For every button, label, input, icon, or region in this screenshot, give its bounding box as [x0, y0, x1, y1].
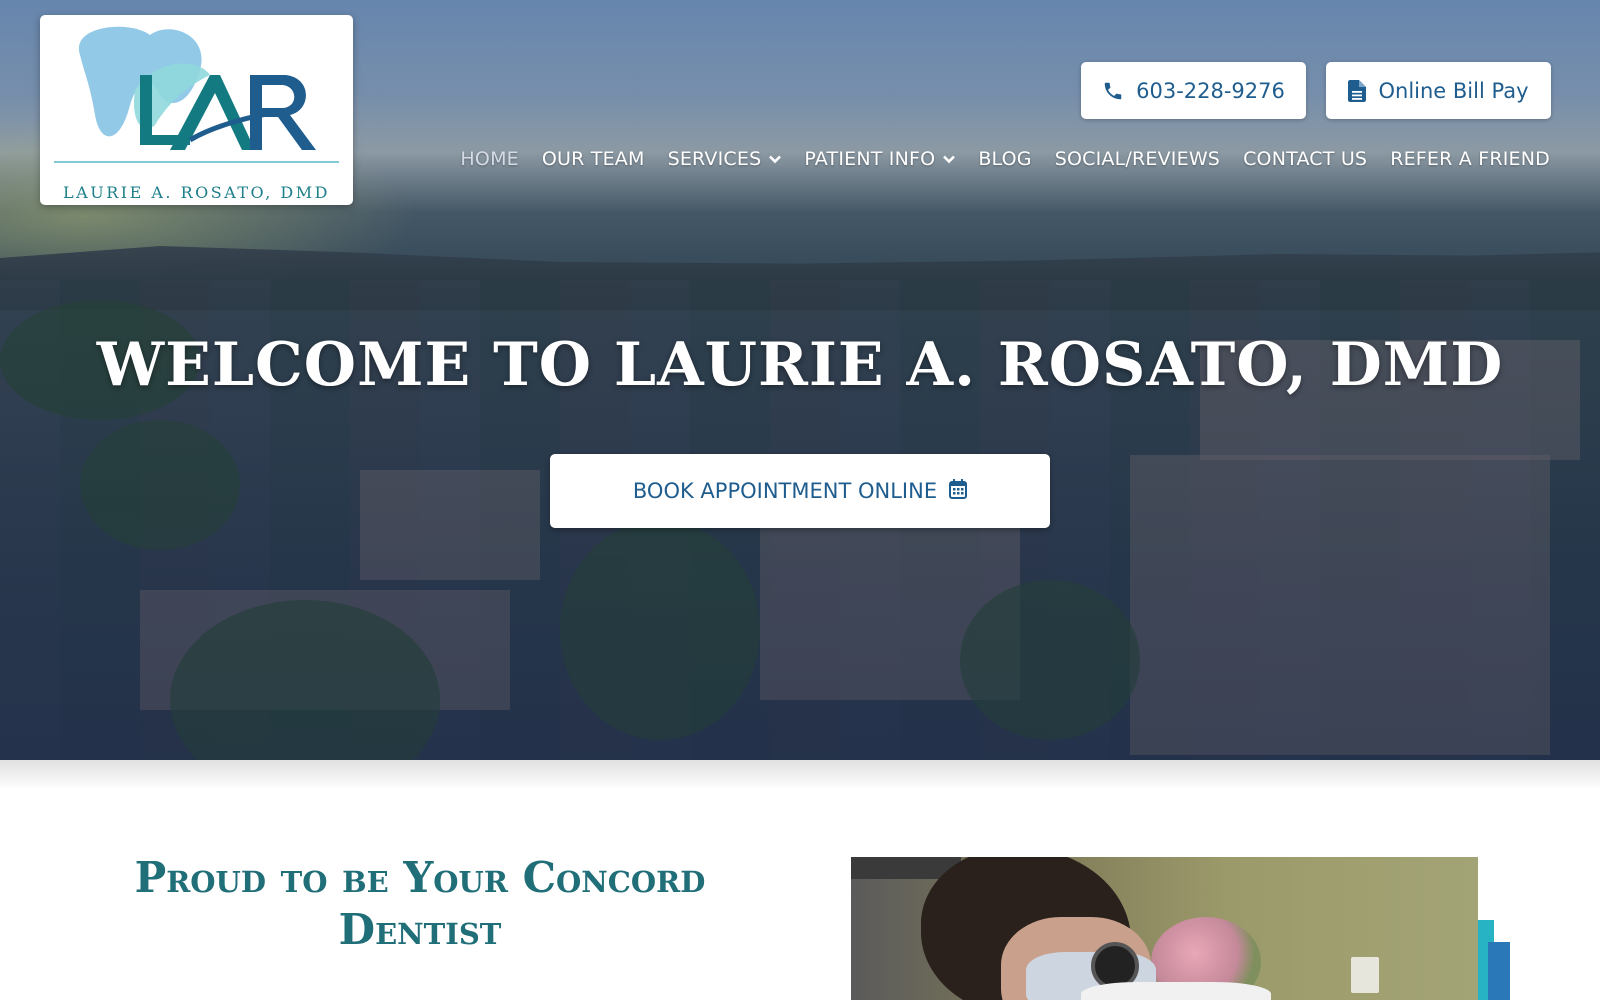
online-bill-pay-button[interactable]: Online Bill Pay	[1326, 62, 1551, 119]
book-appointment-button[interactable]: BOOK APPOINTMENT ONLINE	[550, 454, 1050, 528]
nav-label: CONTACT US	[1243, 148, 1368, 170]
nav-item-refer-a-friend[interactable]: REFER A FRIEND	[1390, 148, 1550, 170]
nav-item-blog[interactable]: BLOG	[978, 148, 1031, 170]
chevron-down-icon	[769, 155, 782, 163]
dentist-photo	[851, 857, 1478, 1000]
nav-item-our-team[interactable]: OUR TEAM	[542, 148, 645, 170]
nav-label: PATIENT INFO	[804, 148, 936, 170]
nav-item-home[interactable]: HOME	[460, 148, 518, 170]
nav-label: SOCIAL/REVIEWS	[1054, 148, 1221, 170]
nav-item-services[interactable]: SERVICES	[668, 148, 782, 170]
phone-icon	[1102, 80, 1124, 102]
main-nav: HOME OUR TEAM SERVICES PATIENT INFO BLOG…	[460, 148, 1550, 170]
nav-item-contact-us[interactable]: CONTACT US	[1243, 148, 1367, 170]
photo-accent-blue	[1488, 942, 1510, 1000]
calendar-icon	[949, 478, 968, 504]
intro-heading-line2: Dentist	[338, 905, 502, 954]
chevron-down-icon	[943, 155, 956, 163]
site-logo[interactable]: LAURIE A. ROSATO, DMD	[40, 15, 353, 205]
nav-label: SERVICES	[667, 148, 762, 170]
phone-button[interactable]: 603-228-9276	[1081, 62, 1306, 119]
document-icon	[1348, 79, 1367, 102]
nav-item-social-reviews[interactable]: SOCIAL/REVIEWS	[1055, 148, 1220, 170]
tooth-logo-icon	[54, 26, 339, 163]
bill-pay-label: Online Bill Pay	[1378, 78, 1529, 103]
nav-label: BLOG	[978, 148, 1032, 170]
intro-heading-line1: Proud to be Your Concord	[134, 853, 706, 902]
intro-heading: Proud to be Your Concord Dentist	[100, 852, 740, 956]
book-appointment-label: BOOK APPOINTMENT ONLINE	[632, 479, 938, 503]
phone-number: 603-228-9276	[1136, 78, 1285, 103]
nav-item-patient-info[interactable]: PATIENT INFO	[804, 148, 956, 170]
hero-shadow	[0, 760, 1600, 790]
hero-title: WELCOME TO LAURIE A. ROSATO, DMD	[96, 330, 1504, 400]
nav-label: HOME	[460, 148, 519, 170]
nav-label: REFER A FRIEND	[1390, 148, 1550, 170]
nav-label: OUR TEAM	[541, 148, 645, 170]
logo-caption: LAURIE A. ROSATO, DMD	[63, 183, 330, 202]
